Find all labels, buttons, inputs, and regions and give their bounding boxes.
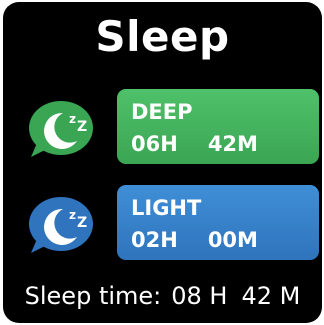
svg-text:Z: Z — [77, 215, 87, 231]
sleep-time-summary: Sleep time: 08 H 42 M — [3, 284, 322, 308]
deep-sleep-moon-icon: z Z — [25, 97, 99, 161]
sleep-time-label: Sleep time: — [24, 282, 162, 310]
light-sleep-card[interactable]: LIGHT 02H 00M — [117, 185, 319, 260]
light-sleep-label: LIGHT — [131, 196, 202, 220]
light-sleep-minutes: 00M — [207, 228, 258, 252]
sleep-time-minutes: 42 M — [241, 282, 301, 310]
deep-sleep-duration: 06H 42M — [131, 134, 258, 155]
deep-sleep-card[interactable]: DEEP 06H 42M — [117, 89, 319, 164]
light-sleep-duration: 02H 00M — [131, 230, 258, 251]
deep-sleep-minutes: 42M — [207, 132, 258, 156]
light-sleep-moon-icon: z Z — [25, 193, 99, 257]
watch-screen: Sleep z Z DEEP 06H 42M z Z LIGHT 02H 00M — [3, 2, 322, 323]
svg-text:z: z — [69, 112, 76, 126]
sleep-time-hours: 08 H — [171, 282, 228, 310]
light-sleep-hours: 02H — [131, 228, 178, 252]
deep-sleep-hours: 06H — [131, 132, 178, 156]
svg-text:z: z — [69, 208, 76, 222]
svg-text:Z: Z — [77, 119, 87, 135]
deep-sleep-label: DEEP — [131, 100, 193, 124]
page-title: Sleep — [95, 12, 230, 61]
